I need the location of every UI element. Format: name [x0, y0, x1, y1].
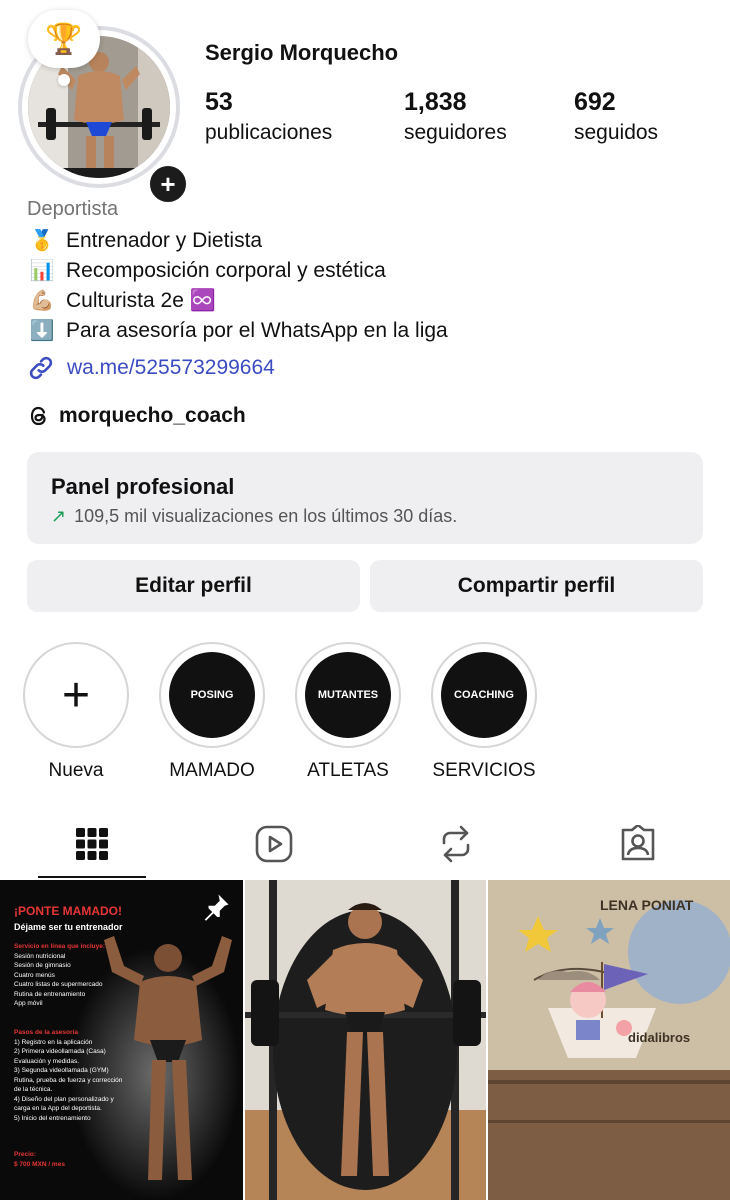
bar-chart-icon: 📊	[29, 260, 55, 282]
tab-reposts[interactable]	[426, 818, 486, 870]
highlight-cover: POSING	[169, 652, 255, 738]
share-profile-button[interactable]: Compartir perfil	[370, 560, 703, 612]
stat-following-label: seguidos	[574, 121, 659, 144]
post-section-title: Servicio en línea que incluye:	[14, 943, 106, 950]
post-item: 1) Registro en la aplicación	[14, 1038, 93, 1046]
bio-link[interactable]: wa.me/525573299664	[27, 354, 275, 382]
pin-icon	[204, 894, 229, 921]
note-bubble[interactable]: 🏆	[28, 10, 100, 68]
post-item: App móvil	[14, 1000, 43, 1007]
post-price: Precio: $ 700 MXN / mes	[14, 1150, 126, 1169]
highlight-ring: MUTANTES	[295, 642, 401, 748]
panel-views-text: 109,5 mil visualizaciones en los últimos…	[74, 506, 458, 526]
highlight-label: Nueva	[48, 760, 104, 781]
tab-reels[interactable]	[244, 818, 304, 870]
highlight-servicios[interactable]: COACHING SERVICIOS	[430, 642, 538, 782]
professional-dashboard[interactable]: Panel profesional ↗ 109,5 mil visualizac…	[27, 452, 703, 544]
stat-followers-value: 1,838	[404, 88, 467, 116]
post-services: Servicio en línea que incluye: Sesión nu…	[14, 942, 126, 1009]
panel-subtitle: ↗ 109,5 mil visualizaciones en los últim…	[51, 506, 679, 527]
bio-line: 💪🏼 Culturista 2e ♾️	[27, 286, 448, 316]
profile-bio: 🥇 Entrenador y Dietista 📊 Recomposición …	[27, 226, 448, 346]
post-item: 3) Segunda videollamada (GYM)	[14, 1067, 109, 1074]
post-price-label: Precio:	[14, 1151, 37, 1158]
highlight-ring: POSING	[159, 642, 265, 748]
post-price-value: $ 700 MXN / mes	[14, 1160, 65, 1168]
bio-text: Recomposición corporal y estética	[66, 259, 386, 282]
post-item: Evaluación y medidas.	[14, 1057, 80, 1065]
panel-title: Panel profesional	[51, 474, 235, 499]
post-item: Sesión nutricional	[14, 952, 66, 960]
threads-badge[interactable]: morquecho_coach	[27, 404, 246, 428]
post-item: Rutina de entrenamiento	[14, 990, 86, 998]
profile-name: Sergio Morquecho	[205, 40, 399, 65]
tab-tagged[interactable]	[608, 818, 668, 870]
stat-posts[interactable]: 53 publicaciones	[205, 88, 332, 145]
highlight-label: ATLETAS	[307, 760, 389, 781]
stat-followers-label: seguidores	[404, 121, 507, 144]
add-story-icon[interactable]: +	[146, 162, 190, 206]
post-item: 5) Inicio del entrenamiento	[14, 1114, 91, 1122]
plus-icon: +	[23, 642, 129, 748]
tagged-icon	[621, 825, 655, 861]
highlight-mamado[interactable]: POSING MAMADO	[158, 642, 266, 782]
flexed-bicep-icon: 💪🏼	[29, 290, 55, 312]
stat-following-value: 692	[574, 88, 616, 116]
highlight-new[interactable]: + Nueva	[22, 642, 130, 782]
post-item: 4) Diseño del plan personalizado y carga…	[14, 1095, 114, 1113]
bio-line: 📊 Recomposición corporal y estética	[27, 256, 448, 286]
link-icon	[29, 356, 53, 380]
highlight-label: MAMADO	[169, 760, 255, 781]
tab-grid[interactable]	[62, 818, 122, 870]
bio-line: 🥇 Entrenador y Dietista	[27, 226, 448, 256]
post-item: Sesión de gimnasio	[14, 962, 71, 969]
highlight-ring: COACHING	[431, 642, 537, 748]
stat-posts-value: 53	[205, 88, 233, 116]
trophy-icon: 🏆	[45, 22, 83, 56]
grid-icon	[76, 828, 108, 860]
medal-icon: 🥇	[29, 230, 55, 252]
reels-icon	[255, 825, 293, 863]
highlight-cover: COACHING	[441, 652, 527, 738]
down-arrow-icon: ⬇️	[29, 320, 55, 342]
post-item: Cuatro menús	[14, 971, 55, 979]
bio-text: Entrenador y Dietista	[66, 229, 263, 252]
bio-line: ⬇️ Para asesoría por el WhatsApp en la l…	[27, 316, 448, 346]
stat-posts-label: publicaciones	[205, 121, 333, 144]
post-thumbnail[interactable]	[245, 880, 486, 1200]
bio-link-text[interactable]: wa.me/525573299664	[67, 356, 275, 380]
post-steps: Pasos de la asesoría 1) Registro en la a…	[14, 1028, 126, 1123]
threads-handle: morquecho_coach	[59, 404, 246, 427]
profile-category: Deportista	[27, 198, 119, 220]
active-tab-indicator	[38, 876, 146, 878]
post-subtitle: Déjame ser tu entrenador	[14, 922, 123, 932]
post-thumbnail[interactable]: LENA PONIAT didalibros	[488, 880, 730, 1200]
post-item: Cuatro listas de supermercado	[14, 981, 103, 988]
note-bubble-tail	[58, 74, 70, 86]
post-item: 2) Primera videollamada (Casa)	[14, 1048, 106, 1055]
book-text: LENA PONIAT	[600, 897, 694, 913]
bio-text: Culturista 2e ♾️	[66, 289, 216, 312]
book-publisher: didalibros	[628, 1030, 690, 1045]
reposts-icon	[442, 825, 470, 863]
post-thumbnail[interactable]: ¡PONTE MAMADO! Déjame ser tu entrenador …	[0, 880, 243, 1200]
trend-up-icon: ↗	[51, 506, 67, 526]
highlight-label: SERVICIOS	[432, 760, 536, 781]
threads-icon	[30, 406, 46, 426]
post-item: Rutina, prueba de fuerza y corrección de…	[14, 1076, 123, 1094]
post-title: ¡PONTE MAMADO!	[14, 904, 122, 918]
stat-following[interactable]: 692 seguidos	[574, 88, 658, 145]
highlight-cover: MUTANTES	[305, 652, 391, 738]
highlight-atletas[interactable]: MUTANTES ATLETAS	[294, 642, 402, 782]
post-section-title: Pasos de la asesoría	[14, 1029, 78, 1036]
edit-profile-button[interactable]: Editar perfil	[27, 560, 360, 612]
bio-text: Para asesoría por el WhatsApp en la liga	[66, 319, 448, 342]
stat-followers[interactable]: 1,838 seguidores	[404, 88, 507, 145]
